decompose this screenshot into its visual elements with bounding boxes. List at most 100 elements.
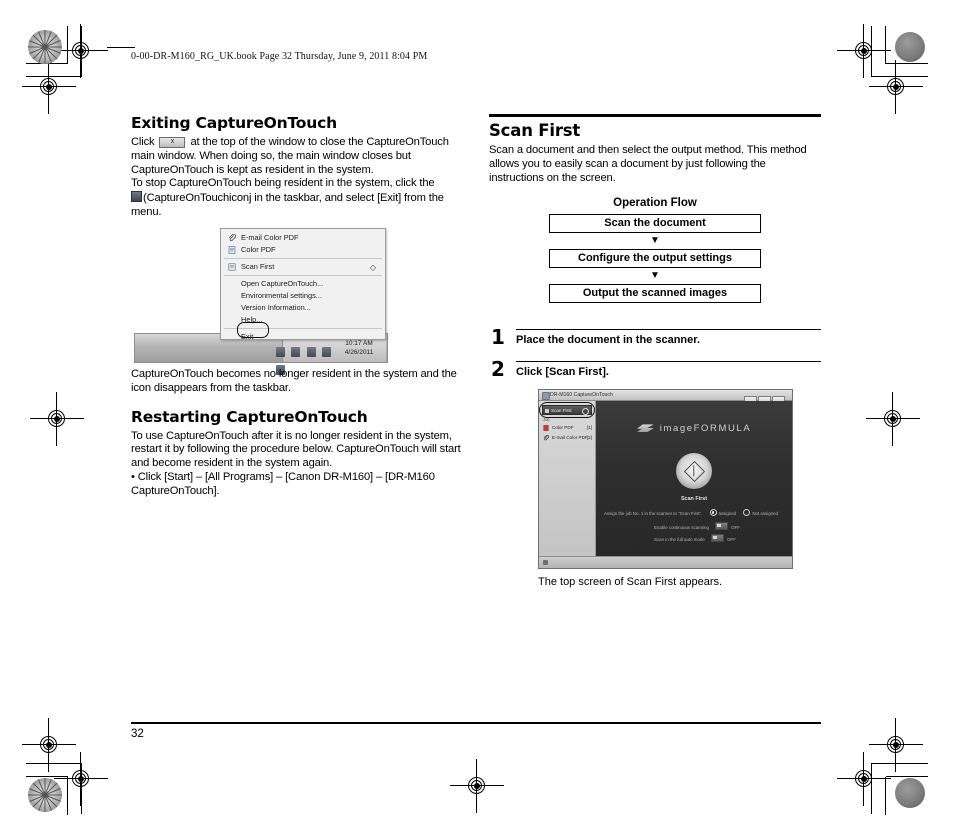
figure-taskbar-context-menu: 10:17 AM 4/26/2011 E-mail Color PDF Colo… bbox=[134, 228, 388, 375]
right-column: Scan First Scan a document and then sele… bbox=[489, 114, 821, 589]
scan-start-button[interactable] bbox=[676, 453, 712, 490]
left-column: Exiting CaptureOnTouch Click at the top … bbox=[131, 114, 471, 220]
app-sidebar: Scan First Job Color PDF [1] E-mail Colo… bbox=[539, 401, 596, 569]
paragraph-exit-click: Click at the top of the window to close … bbox=[131, 135, 471, 177]
sidebar-item-color-pdf[interactable]: Color PDF [1] bbox=[542, 423, 593, 432]
document-icon bbox=[228, 246, 236, 254]
toggle-continuous-scanning[interactable] bbox=[715, 522, 729, 531]
registration-mark bbox=[22, 60, 76, 114]
clock-date: 4/26/2011 bbox=[344, 349, 374, 356]
page-canvas: 0-00-DR-M160_RG_UK.book Page 32 Thursday… bbox=[0, 0, 954, 840]
registration-mark bbox=[30, 392, 84, 446]
registration-mark bbox=[450, 759, 504, 813]
operation-flow-diagram: Operation Flow Scan the document ▼ Confi… bbox=[489, 197, 821, 304]
tray-icon-2[interactable] bbox=[291, 347, 301, 357]
option-full-auto-mode: Scan in the full auto mode OFF bbox=[654, 534, 736, 543]
context-menu[interactable]: E-mail Color PDF Color PDF Scan First ◇ … bbox=[220, 228, 386, 341]
paperclip-icon bbox=[543, 434, 550, 441]
registration-mark bbox=[869, 60, 923, 114]
page-number: 32 bbox=[131, 728, 144, 740]
exit-highlight-callout bbox=[237, 322, 269, 338]
scan-icon bbox=[228, 263, 236, 271]
brand-text: imageFORMULA bbox=[659, 423, 752, 435]
toggle-full-auto-mode[interactable] bbox=[711, 534, 725, 543]
close-button-icon bbox=[159, 135, 186, 148]
sidebar-item-count: [2] bbox=[586, 435, 592, 441]
footer-rule bbox=[131, 722, 821, 724]
app-window-title: DR-M160 CaptureOnTouch bbox=[550, 392, 613, 399]
crop-mark-line bbox=[886, 63, 928, 65]
menu-item-color-pdf[interactable]: Color PDF bbox=[221, 244, 385, 256]
density-patch-mark bbox=[895, 32, 925, 62]
option-assign-job: Assign the job No. 1 in the scanner to "… bbox=[604, 509, 778, 517]
star-target-mark bbox=[28, 778, 62, 812]
menu-item-environmental-settings[interactable]: Environmental settings... bbox=[221, 290, 385, 302]
flow-arrow-down-icon: ▼ bbox=[650, 235, 660, 247]
crop-mark-line bbox=[26, 763, 82, 765]
sidebar-item-label: E-mail Color PDF bbox=[552, 435, 588, 441]
heading-restarting-captureontouch: Restarting CaptureOnTouch bbox=[131, 407, 368, 426]
paragraph-scan-first-intro: Scan a document and then select the outp… bbox=[489, 144, 807, 184]
paragraph-exit-taskbar-part2: (CaptureOnTouchiconj in the taskbar, and… bbox=[131, 192, 444, 218]
registration-mark bbox=[54, 752, 108, 806]
sidebar-item-label: Color PDF bbox=[552, 425, 574, 431]
sidebar-item-email-color-pdf[interactable]: E-mail Color PDF [2] bbox=[542, 433, 593, 442]
menu-separator bbox=[224, 275, 382, 276]
window-controls[interactable] bbox=[743, 391, 789, 405]
menu-item-label: E-mail Color PDF bbox=[241, 233, 299, 242]
menu-item-label: Environmental settings... bbox=[241, 291, 322, 300]
radio-assigned[interactable] bbox=[709, 509, 717, 517]
crop-mark-line bbox=[885, 26, 887, 64]
selection-callout-oval bbox=[539, 402, 595, 419]
section-rule bbox=[489, 114, 821, 117]
registration-mark bbox=[22, 718, 76, 772]
registration-mark bbox=[837, 752, 891, 806]
scan-diamond-icon bbox=[683, 461, 706, 483]
option-label: Enable continuous scanning bbox=[654, 525, 709, 531]
menu-item-label: Version Information... bbox=[241, 303, 311, 312]
menu-item-version-information[interactable]: Version Information... bbox=[221, 302, 385, 314]
step-number: 2 bbox=[491, 357, 505, 382]
radio-not-assigned[interactable] bbox=[743, 509, 751, 517]
menu-item-scan-first[interactable]: Scan First ◇ bbox=[221, 261, 385, 273]
registration-mark bbox=[837, 24, 891, 78]
registration-mark bbox=[866, 392, 920, 446]
menu-item-open-captureontouch[interactable]: Open CaptureOnTouch... bbox=[221, 278, 385, 290]
tray-icon-1[interactable] bbox=[276, 347, 285, 357]
captureontouch-screenshot: DR-M160 CaptureOnTouch Scan First Job Co… bbox=[538, 389, 793, 570]
paragraph-exit-taskbar: To stop CaptureOnTouch being resident in… bbox=[131, 177, 471, 219]
operation-flow-title: Operation Flow bbox=[613, 197, 697, 210]
scan-first-label: Scan First bbox=[680, 496, 708, 503]
scan-diamond-icon: ◇ bbox=[369, 263, 376, 272]
tray-icon-network[interactable] bbox=[322, 347, 332, 357]
option-continuous-scanning: Enable continuous scanning OFF bbox=[654, 522, 740, 531]
step-rule bbox=[516, 329, 821, 331]
menu-item-email-color-pdf[interactable]: E-mail Color PDF bbox=[221, 232, 385, 244]
sidebar-item-count: [1] bbox=[586, 425, 592, 431]
paragraph-figure-caption: CaptureOnTouch becomes no longer residen… bbox=[131, 368, 457, 394]
star-target-mark bbox=[28, 30, 62, 64]
paragraph-restart-intro: To use CaptureOnTouch after it is no lon… bbox=[131, 429, 461, 470]
crop-mark-line bbox=[872, 763, 928, 765]
tray-icon-volume[interactable] bbox=[306, 347, 316, 357]
captureontouch-tray-icon bbox=[131, 191, 142, 203]
crop-mark-line bbox=[885, 777, 887, 815]
canon-wing-logo-icon bbox=[636, 424, 654, 433]
book-slug-text: 0-00-DR-M160_RG_UK.book Page 32 Thursday… bbox=[131, 51, 428, 62]
option-label: Assign the job No. 1 in the scanner to "… bbox=[604, 511, 703, 517]
density-patch-mark bbox=[895, 778, 925, 808]
left-column-lower: CaptureOnTouch becomes no longer residen… bbox=[131, 368, 471, 499]
document-icon bbox=[543, 425, 549, 431]
menu-separator bbox=[224, 258, 382, 259]
step-text: Click [Scan First]. bbox=[516, 366, 609, 379]
imageformula-brand: imageFORMULA bbox=[596, 423, 792, 434]
app-title-bar: DR-M160 CaptureOnTouch bbox=[539, 390, 792, 405]
step-2: 2 Click [Scan First]. DR-M160 CaptureOnT… bbox=[489, 357, 821, 589]
heading-exiting-captureontouch: Exiting CaptureOnTouch bbox=[131, 114, 337, 132]
screenshot-caption: The top screen of Scan First appears. bbox=[538, 576, 723, 589]
paragraph-restart-bullet: • Click [Start] – [All Programs] – [Cano… bbox=[131, 470, 435, 497]
flow-arrow-down-icon: ▼ bbox=[650, 270, 660, 282]
radio-assigned-label: assigned bbox=[718, 511, 737, 517]
step-number: 1 bbox=[491, 325, 505, 350]
tray-icons-group bbox=[276, 344, 338, 375]
